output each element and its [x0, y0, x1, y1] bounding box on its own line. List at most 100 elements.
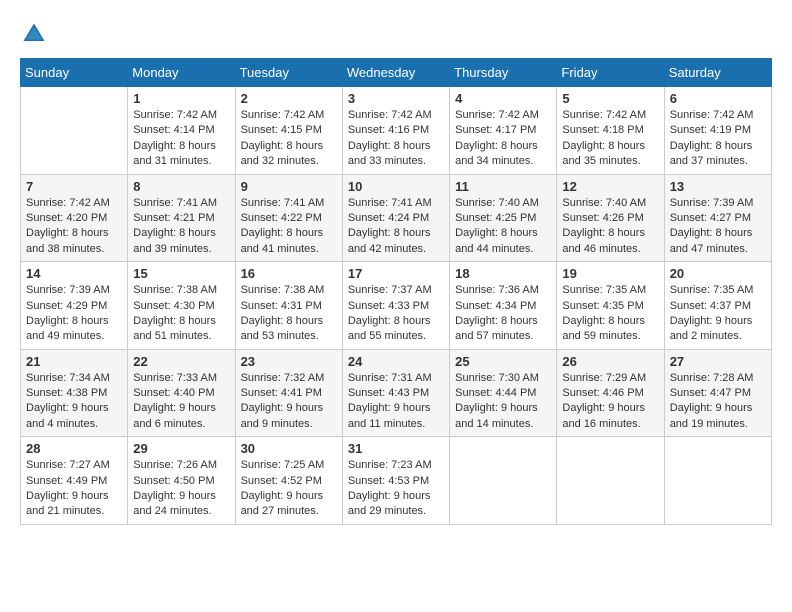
day-info: Sunrise: 7:42 AMSunset: 4:16 PMDaylight:…: [348, 108, 444, 170]
day-info: Sunrise: 7:37 AMSunset: 4:33 PMDaylight:…: [348, 283, 444, 345]
calendar-header-row: SundayMondayTuesdayWednesdayThursdayFrid…: [21, 59, 772, 87]
day-number: 5: [562, 91, 658, 106]
day-info: Sunrise: 7:36 AMSunset: 4:34 PMDaylight:…: [455, 283, 551, 345]
day-info: Sunrise: 7:35 AMSunset: 4:37 PMDaylight:…: [670, 283, 766, 345]
calendar-cell: [450, 437, 557, 525]
calendar-cell: 26 Sunrise: 7:29 AMSunset: 4:46 PMDayligh…: [557, 349, 664, 437]
day-number: 29: [133, 441, 229, 456]
day-header-saturday: Saturday: [664, 59, 771, 87]
calendar-cell: 31 Sunrise: 7:23 AMSunset: 4:53 PMDayligh…: [342, 437, 449, 525]
calendar-cell: [21, 87, 128, 175]
day-number: 2: [241, 91, 337, 106]
day-header-friday: Friday: [557, 59, 664, 87]
day-info: Sunrise: 7:40 AMSunset: 4:25 PMDaylight:…: [455, 196, 551, 258]
day-number: 6: [670, 91, 766, 106]
day-header-thursday: Thursday: [450, 59, 557, 87]
calendar-week-row: 14Sunrise: 7:39 AMSunset: 4:29 PMDayligh…: [21, 262, 772, 350]
day-number: 13: [670, 179, 766, 194]
day-number: 7: [26, 179, 122, 194]
calendar-cell: 13 Sunrise: 7:39 AMSunset: 4:27 PMDayligh…: [664, 174, 771, 262]
day-number: 9: [241, 179, 337, 194]
header: [20, 20, 772, 48]
calendar-table: SundayMondayTuesdayWednesdayThursdayFrid…: [20, 58, 772, 525]
day-info: Sunrise: 7:27 AMSunset: 4:49 PMDaylight:…: [26, 458, 122, 520]
day-info: Sunrise: 7:31 AMSunset: 4:43 PMDaylight:…: [348, 371, 444, 433]
day-number: 24: [348, 354, 444, 369]
day-info: Sunrise: 7:35 AMSunset: 4:35 PMDaylight:…: [562, 283, 658, 345]
calendar-cell: 5 Sunrise: 7:42 AMSunset: 4:18 PMDaylight…: [557, 87, 664, 175]
calendar-cell: [557, 437, 664, 525]
day-number: 23: [241, 354, 337, 369]
day-info: Sunrise: 7:38 AMSunset: 4:31 PMDaylight:…: [241, 283, 337, 345]
day-number: 22: [133, 354, 229, 369]
day-info: Sunrise: 7:33 AMSunset: 4:40 PMDaylight:…: [133, 371, 229, 433]
day-number: 30: [241, 441, 337, 456]
calendar-cell: 2 Sunrise: 7:42 AMSunset: 4:15 PMDaylight…: [235, 87, 342, 175]
calendar-cell: 11Sunrise: 7:40 AMSunset: 4:25 PMDayligh…: [450, 174, 557, 262]
day-number: 31: [348, 441, 444, 456]
day-number: 12: [562, 179, 658, 194]
calendar-cell: 3 Sunrise: 7:42 AMSunset: 4:16 PMDaylight…: [342, 87, 449, 175]
day-header-wednesday: Wednesday: [342, 59, 449, 87]
day-info: Sunrise: 7:42 AMSunset: 4:20 PMDaylight:…: [26, 196, 122, 258]
calendar-cell: 19 Sunrise: 7:35 AMSunset: 4:35 PMDayligh…: [557, 262, 664, 350]
calendar-cell: 23 Sunrise: 7:32 AMSunset: 4:41 PMDayligh…: [235, 349, 342, 437]
calendar-cell: 1Sunrise: 7:42 AMSunset: 4:14 PMDaylight…: [128, 87, 235, 175]
day-info: Sunrise: 7:42 AMSunset: 4:18 PMDaylight:…: [562, 108, 658, 170]
calendar-cell: 24 Sunrise: 7:31 AMSunset: 4:43 PMDayligh…: [342, 349, 449, 437]
calendar-cell: 15 Sunrise: 7:38 AMSunset: 4:30 PMDayligh…: [128, 262, 235, 350]
day-number: 21: [26, 354, 122, 369]
calendar-cell: 10Sunrise: 7:41 AMSunset: 4:24 PMDayligh…: [342, 174, 449, 262]
calendar-week-row: 1Sunrise: 7:42 AMSunset: 4:14 PMDaylight…: [21, 87, 772, 175]
calendar-cell: 7 Sunrise: 7:42 AMSunset: 4:20 PMDaylight…: [21, 174, 128, 262]
day-number: 8: [133, 179, 229, 194]
calendar-cell: 8 Sunrise: 7:41 AMSunset: 4:21 PMDaylight…: [128, 174, 235, 262]
day-number: 14: [26, 266, 122, 281]
day-info: Sunrise: 7:41 AMSunset: 4:21 PMDaylight:…: [133, 196, 229, 258]
day-info: Sunrise: 7:30 AMSunset: 4:44 PMDaylight:…: [455, 371, 551, 433]
day-info: Sunrise: 7:38 AMSunset: 4:30 PMDaylight:…: [133, 283, 229, 345]
calendar-cell: 18 Sunrise: 7:36 AMSunset: 4:34 PMDayligh…: [450, 262, 557, 350]
day-info: Sunrise: 7:42 AMSunset: 4:14 PMDaylight:…: [133, 108, 229, 170]
day-info: Sunrise: 7:41 AMSunset: 4:24 PMDaylight:…: [348, 196, 444, 258]
day-number: 15: [133, 266, 229, 281]
day-number: 19: [562, 266, 658, 281]
calendar-week-row: 21 Sunrise: 7:34 AMSunset: 4:38 PMDayligh…: [21, 349, 772, 437]
day-info: Sunrise: 7:34 AMSunset: 4:38 PMDaylight:…: [26, 371, 122, 433]
calendar-cell: 4Sunrise: 7:42 AMSunset: 4:17 PMDaylight…: [450, 87, 557, 175]
calendar-cell: 20Sunrise: 7:35 AMSunset: 4:37 PMDayligh…: [664, 262, 771, 350]
day-header-tuesday: Tuesday: [235, 59, 342, 87]
calendar-cell: 6Sunrise: 7:42 AMSunset: 4:19 PMDaylight…: [664, 87, 771, 175]
day-number: 25: [455, 354, 551, 369]
logo-icon: [20, 20, 48, 48]
day-info: Sunrise: 7:29 AMSunset: 4:46 PMDaylight:…: [562, 371, 658, 433]
day-number: 27: [670, 354, 766, 369]
day-number: 3: [348, 91, 444, 106]
day-info: Sunrise: 7:42 AMSunset: 4:15 PMDaylight:…: [241, 108, 337, 170]
logo: [20, 20, 54, 48]
day-info: Sunrise: 7:40 AMSunset: 4:26 PMDaylight:…: [562, 196, 658, 258]
day-number: 28: [26, 441, 122, 456]
day-info: Sunrise: 7:25 AMSunset: 4:52 PMDaylight:…: [241, 458, 337, 520]
calendar-cell: 9 Sunrise: 7:41 AMSunset: 4:22 PMDaylight…: [235, 174, 342, 262]
day-info: Sunrise: 7:32 AMSunset: 4:41 PMDaylight:…: [241, 371, 337, 433]
calendar-cell: 17Sunrise: 7:37 AMSunset: 4:33 PMDayligh…: [342, 262, 449, 350]
day-info: Sunrise: 7:39 AMSunset: 4:27 PMDaylight:…: [670, 196, 766, 258]
day-info: Sunrise: 7:23 AMSunset: 4:53 PMDaylight:…: [348, 458, 444, 520]
day-number: 26: [562, 354, 658, 369]
calendar-cell: 16Sunrise: 7:38 AMSunset: 4:31 PMDayligh…: [235, 262, 342, 350]
calendar-week-row: 7 Sunrise: 7:42 AMSunset: 4:20 PMDaylight…: [21, 174, 772, 262]
day-info: Sunrise: 7:26 AMSunset: 4:50 PMDaylight:…: [133, 458, 229, 520]
day-info: Sunrise: 7:41 AMSunset: 4:22 PMDaylight:…: [241, 196, 337, 258]
calendar-cell: 27 Sunrise: 7:28 AMSunset: 4:47 PMDayligh…: [664, 349, 771, 437]
day-info: Sunrise: 7:28 AMSunset: 4:47 PMDaylight:…: [670, 371, 766, 433]
calendar-cell: 28 Sunrise: 7:27 AMSunset: 4:49 PMDayligh…: [21, 437, 128, 525]
day-number: 4: [455, 91, 551, 106]
day-header-monday: Monday: [128, 59, 235, 87]
calendar-cell: 30 Sunrise: 7:25 AMSunset: 4:52 PMDayligh…: [235, 437, 342, 525]
calendar-cell: [664, 437, 771, 525]
calendar-cell: 22 Sunrise: 7:33 AMSunset: 4:40 PMDayligh…: [128, 349, 235, 437]
calendar-cell: 29 Sunrise: 7:26 AMSunset: 4:50 PMDayligh…: [128, 437, 235, 525]
day-number: 18: [455, 266, 551, 281]
calendar-week-row: 28 Sunrise: 7:27 AMSunset: 4:49 PMDayligh…: [21, 437, 772, 525]
